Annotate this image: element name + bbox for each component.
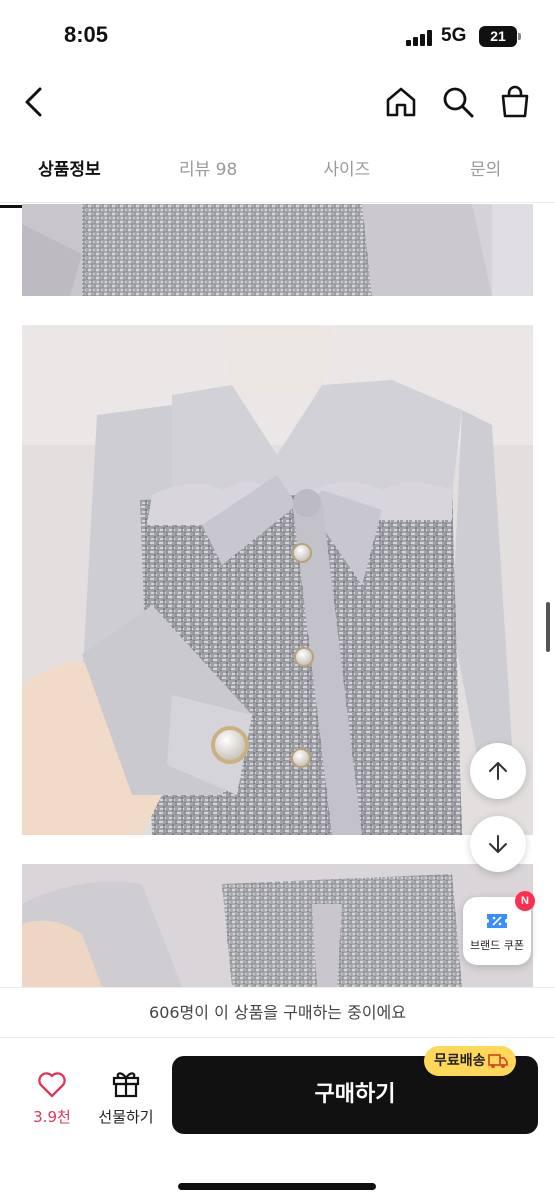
arrow-down-icon (489, 835, 507, 853)
arrow-up-icon (489, 762, 507, 780)
scroll-indicator[interactable] (546, 602, 550, 652)
coupon-label: 브랜드 쿠폰 (469, 939, 525, 952)
back-button[interactable] (14, 82, 54, 122)
shopping-bag-icon (501, 85, 529, 118)
tab-inquiry[interactable]: 문의 (416, 145, 555, 202)
bottom-action-bar: 3.9천 선물하기 구매하기 무료배송 (0, 1037, 555, 1200)
cart-button[interactable] (495, 82, 535, 122)
home-icon (386, 87, 416, 117)
truck-icon (487, 1054, 508, 1068)
network-label: 5G (441, 25, 467, 46)
gift-label: 선물하기 (98, 1108, 154, 1126)
coupon-icon (487, 914, 507, 928)
product-image-3 (22, 864, 533, 987)
brand-coupon-button[interactable]: 브랜드 쿠폰 N (463, 891, 535, 965)
battery-icon: 21 (479, 26, 521, 47)
scroll-down-button[interactable] (470, 816, 526, 872)
home-indicator (178, 1183, 376, 1190)
gift-icon (112, 1072, 140, 1098)
status-time: 8:05 (64, 22, 109, 47)
scroll-up-button[interactable] (470, 743, 526, 799)
free-shipping-label: 무료배송 (434, 1053, 486, 1069)
tab-product-info[interactable]: 상품정보 (0, 145, 139, 208)
new-badge: N (515, 891, 535, 911)
status-bar: 8:05 5G 21 (0, 0, 555, 70)
search-button[interactable] (438, 82, 478, 122)
product-image-2 (22, 325, 533, 835)
product-tabs: 상품정보 리뷰 98 사이즈 문의 (0, 145, 555, 208)
free-shipping-badge: 무료배송 (424, 1046, 516, 1076)
product-image-1 (22, 204, 533, 296)
like-button[interactable]: 3.9천 (22, 1072, 82, 1127)
tab-size[interactable]: 사이즈 (278, 145, 417, 202)
search-icon (443, 87, 474, 118)
top-navigation (0, 70, 555, 134)
home-button[interactable] (381, 82, 421, 122)
gift-button[interactable]: 선물하기 (90, 1068, 162, 1127)
tab-reviews[interactable]: 리뷰 98 (139, 145, 278, 202)
like-count: 3.9천 (33, 1108, 71, 1126)
chevron-left-icon (25, 87, 42, 117)
signal-icon (406, 30, 432, 46)
heart-icon (38, 1072, 66, 1098)
purchase-notice: 606명이 이 상품을 구매하는 중이에요 (0, 987, 555, 1037)
